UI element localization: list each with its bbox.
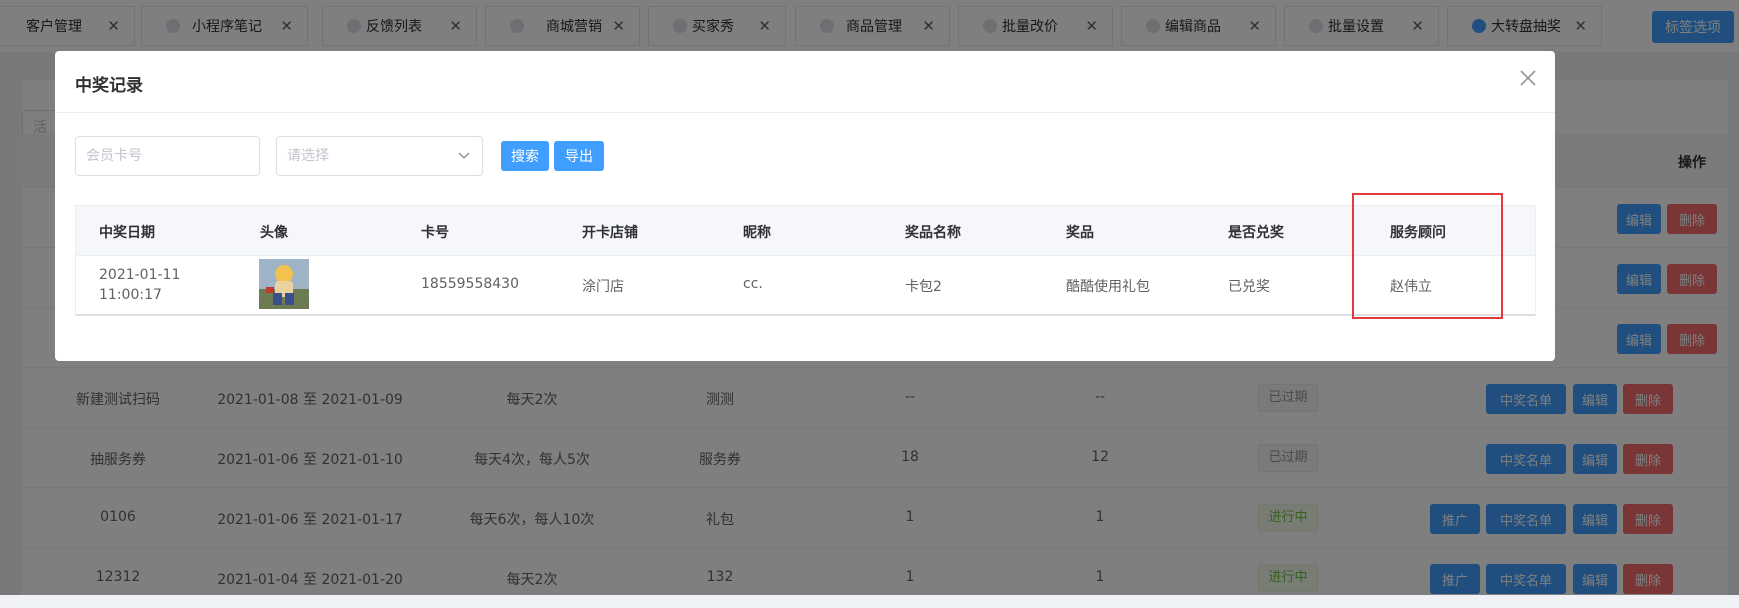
card-number: 18559558430 xyxy=(421,276,519,292)
highlight-box xyxy=(1352,193,1503,319)
store-name: 涂门店 xyxy=(582,279,624,295)
filter-select[interactable]: 请选择 xyxy=(276,136,483,176)
winning-records-table: 中奖日期 头像 卡号 开卡店铺 昵称 奖品名称 奖品 是否兑奖 服务顾问 202… xyxy=(75,205,1536,316)
export-button[interactable]: 导出 xyxy=(554,141,604,171)
table-header: 中奖日期 头像 卡号 开卡店铺 昵称 奖品名称 奖品 是否兑奖 服务顾问 xyxy=(76,206,1535,256)
avatar-image xyxy=(259,259,309,309)
column-header: 中奖日期 xyxy=(99,225,155,241)
close-icon-svg xyxy=(1520,70,1536,86)
nickname: cc. xyxy=(743,276,763,292)
winning-records-dialog: 中奖记录 请选择 搜索 导出 中奖日期 头像 卡号 开卡店铺 昵称 奖品名称 奖… xyxy=(55,51,1555,361)
table-row: 2021-01-11 11:00:17 18559558430 涂门店 cc. … xyxy=(76,256,1535,315)
column-header: 昵称 xyxy=(743,225,771,241)
close-icon[interactable] xyxy=(1517,67,1539,89)
column-header: 奖品名称 xyxy=(905,225,961,241)
column-header: 是否兑奖 xyxy=(1228,225,1284,241)
winning-date: 2021-01-11 11:00:17 xyxy=(99,267,181,303)
prize-name: 卡包2 xyxy=(905,279,942,295)
column-header: 卡号 xyxy=(421,225,449,241)
select-placeholder: 请选择 xyxy=(287,148,329,164)
dialog-header: 中奖记录 xyxy=(55,51,1555,113)
dialog-title: 中奖记录 xyxy=(75,76,143,96)
member-card-input[interactable] xyxy=(75,136,260,176)
column-header: 开卡店铺 xyxy=(582,225,638,241)
column-header: 奖品 xyxy=(1066,225,1094,241)
prize: 酷酷使用礼包 xyxy=(1066,279,1150,295)
search-button[interactable]: 搜索 xyxy=(501,141,549,171)
redeem-status: 已兑奖 xyxy=(1228,279,1270,295)
column-header: 头像 xyxy=(260,225,288,241)
chevron-down-icon xyxy=(458,152,470,160)
avatar xyxy=(259,259,309,309)
